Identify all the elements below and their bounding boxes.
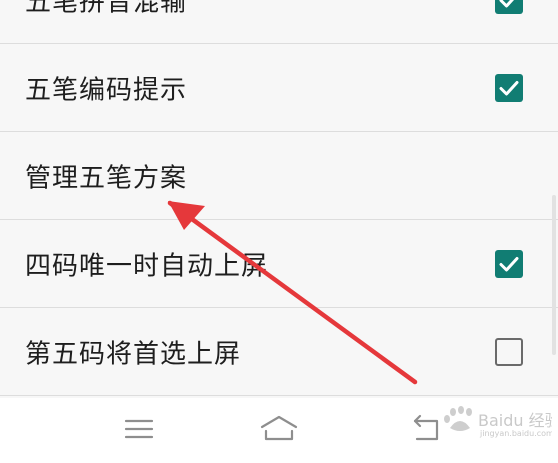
check-icon	[499, 80, 519, 95]
setting-label: 管理五笔方案	[25, 163, 188, 193]
setting-label: 五笔编码提示	[25, 75, 188, 105]
checkbox-unchecked[interactable]	[495, 337, 523, 366]
wubi-settings-list: 五笔拼音混输 五笔编码提示 管理五笔方案 四码唯一时自动上屏 第五码将首选上屏	[0, 0, 558, 396]
setting-label: 第五码将首选上屏	[25, 339, 242, 369]
checkbox-checked[interactable]	[495, 73, 523, 102]
back-icon[interactable]	[407, 412, 447, 446]
setting-row-fifth-code-first-candidate[interactable]: 第五码将首选上屏	[0, 308, 558, 396]
check-icon	[499, 256, 519, 271]
settings-screen: 五笔拼音混输 五笔编码提示 管理五笔方案 四码唯一时自动上屏 第五码将首选上屏 …	[0, 0, 558, 463]
checkbox-checked[interactable]	[495, 249, 523, 278]
setting-row-wubi-code-hint[interactable]: 五笔编码提示	[0, 44, 558, 132]
home-icon[interactable]	[259, 412, 299, 446]
setting-row-manage-wubi-scheme[interactable]: 管理五笔方案	[0, 132, 558, 220]
system-nav-bar	[0, 398, 558, 463]
checkbox-checked[interactable]	[495, 0, 523, 14]
check-icon	[499, 0, 514, 7]
scrollbar[interactable]	[552, 195, 556, 355]
setting-row-four-code-auto-commit[interactable]: 四码唯一时自动上屏	[0, 220, 558, 308]
setting-label: 四码唯一时自动上屏	[25, 251, 269, 281]
setting-row-wubi-pinyin-mixed[interactable]: 五笔拼音混输	[0, 0, 558, 44]
menu-icon[interactable]	[119, 412, 159, 446]
setting-label: 五笔拼音混输	[25, 0, 188, 17]
